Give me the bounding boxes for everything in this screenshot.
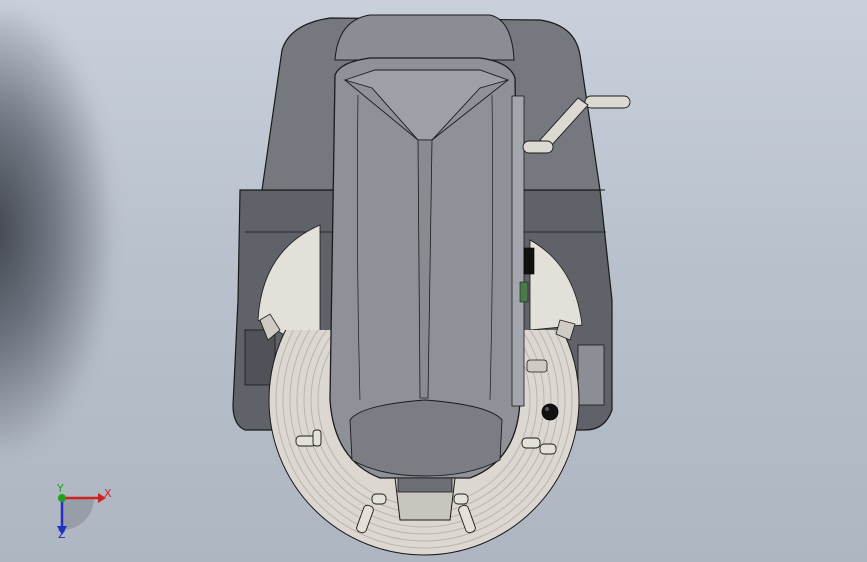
cushion-lower-panel xyxy=(349,399,503,477)
3d-model-view[interactable] xyxy=(0,0,867,562)
view-orientation-triad: X Y Z xyxy=(48,480,118,550)
side-panel-right xyxy=(577,344,605,406)
side-port-lower xyxy=(519,281,529,303)
axis-y-label: Y xyxy=(57,482,64,495)
side-tab xyxy=(526,359,548,373)
graphics-viewport[interactable]: X Y Z xyxy=(0,0,867,562)
side-port-black xyxy=(523,247,535,275)
side-connector-strip xyxy=(511,95,525,407)
axis-x-label: X xyxy=(104,487,112,500)
control-knob[interactable] xyxy=(541,403,559,421)
axis-z-label: Z xyxy=(58,528,66,541)
top-hood xyxy=(334,14,515,61)
